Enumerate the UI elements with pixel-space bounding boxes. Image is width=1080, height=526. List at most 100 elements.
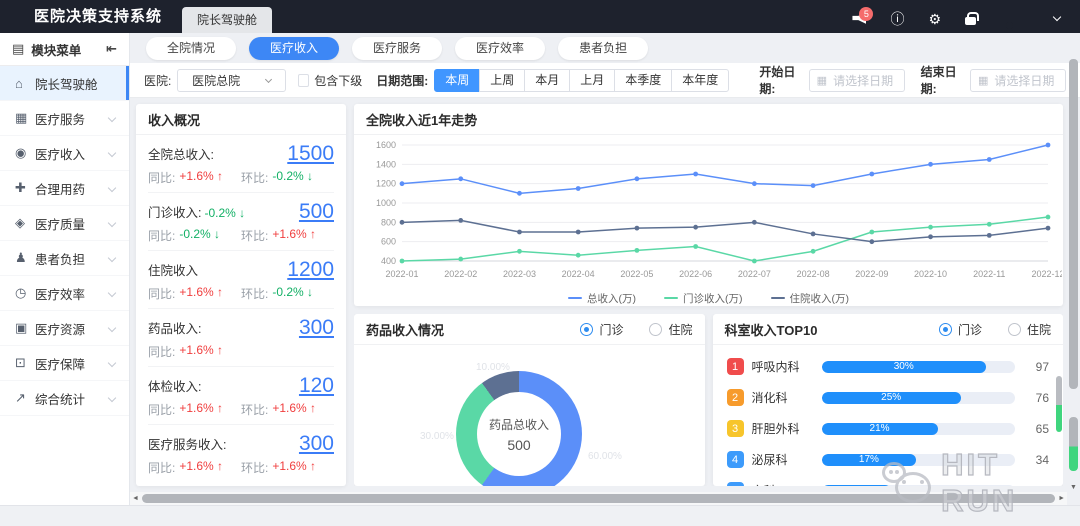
overview-row-top: 全院总收入:1500 — [148, 142, 334, 166]
income-overview-title: 收入概况 — [136, 104, 346, 135]
chart-line-icon: ↗ — [15, 390, 35, 406]
sidebar-item-label: 综合统计 — [35, 389, 109, 408]
tab-患者负担[interactable]: 患者负担 — [558, 37, 648, 60]
delta: 同比:+1.6% ↑ — [148, 169, 241, 186]
inner-scrollbar-thumb[interactable] — [1056, 376, 1062, 432]
legend-item-住院收入(万)[interactable]: 住院收入(万) — [771, 291, 850, 306]
chevron-down-icon[interactable] — [1053, 13, 1061, 21]
delta-label: 同比: — [148, 169, 175, 186]
sidebar-item-medical-efficiency[interactable]: ◷医疗效率 — [0, 276, 129, 311]
tab-医疗收入[interactable]: 医疗收入 — [249, 37, 339, 60]
settings-button[interactable]: ⚙ — [928, 12, 941, 26]
donut-callout-30: 30.00% — [420, 431, 454, 442]
radio-inpatient-label: 住院 — [668, 321, 692, 338]
overview-row-label-wrap: 药品收入: — [148, 318, 201, 338]
money-bag-icon: ◉ — [15, 145, 35, 161]
sidebar-item-rational-medication[interactable]: ✚合理用药 — [0, 171, 129, 206]
radio-inpatient[interactable]: 住院 — [1008, 321, 1051, 338]
sidebar-item-label: 医疗收入 — [35, 144, 109, 163]
overview-row: 门诊收入:-0.2% ↓500同比:-0.2% ↓环比:+1.6% ↑ — [148, 193, 334, 251]
briefcase-icon: ⊡ — [15, 355, 35, 371]
sidebar-item-medical-service[interactable]: ▦医疗服务 — [0, 101, 129, 136]
sidebar-item-medical-insurance[interactable]: ⊡医疗保障 — [0, 346, 129, 381]
top-tabs: 全院情况医疗收入医疗服务医疗效率患者负担 — [130, 33, 1080, 63]
svg-text:2022-12: 2022-12 — [1031, 269, 1062, 279]
svg-text:2022-09: 2022-09 — [855, 269, 888, 279]
legend-item-总收入(万)[interactable]: 总收入(万) — [568, 291, 636, 306]
tab-医疗服务[interactable]: 医疗服务 — [352, 37, 442, 60]
notifications-button[interactable]: 5 — [852, 12, 866, 26]
overview-row-label-wrap: 门诊收入:-0.2% ↓ — [148, 202, 245, 222]
sidebar-item-comprehensive-stats[interactable]: ↗综合统计 — [0, 381, 129, 416]
radio-outpatient[interactable]: 门诊 — [580, 321, 623, 338]
sidebar-header: ▤ 模块菜单 ⇤ — [0, 33, 129, 66]
start-date-label: 开始日期: — [759, 63, 802, 97]
delta-value: +1.6% ↑ — [179, 343, 223, 360]
overview-row-deltas: 同比:+1.6% ↑ — [148, 343, 334, 360]
range-本年度[interactable]: 本年度 — [671, 69, 729, 92]
donut-center: 药品总收入 500 — [477, 392, 561, 476]
range-上月[interactable]: 上月 — [569, 69, 615, 92]
delta-label: 同比: — [148, 401, 175, 418]
info-button[interactable]: ⓘ — [890, 12, 904, 26]
sidebar-item-medical-revenue[interactable]: ◉医疗收入 — [0, 136, 129, 171]
stat-value-link[interactable]: 300 — [299, 316, 334, 340]
overview-row-top: 门诊收入:-0.2% ↓ 500 — [148, 200, 334, 224]
tab-医疗效率[interactable]: 医疗效率 — [455, 37, 545, 60]
tab-全院情况[interactable]: 全院情况 — [146, 37, 236, 60]
radio-inpatient-label: 住院 — [1027, 321, 1051, 338]
module-menu-label: 模块菜单 — [31, 40, 106, 59]
range-本周[interactable]: 本周 — [434, 69, 480, 92]
delta-label: 环比: — [241, 227, 268, 244]
scroll-right-arrow[interactable]: ► — [1058, 495, 1065, 502]
range-本月[interactable]: 本月 — [524, 69, 570, 92]
end-date-input[interactable]: ▦ 请选择日期 — [970, 69, 1066, 92]
stat-value-link[interactable]: 500 — [299, 200, 334, 224]
vertical-scrollbar-thumb-secondary[interactable] — [1069, 417, 1078, 471]
legend-item-门诊收入(万)[interactable]: 门诊收入(万) — [664, 291, 743, 306]
legend-dash — [568, 297, 582, 299]
stat-value-link[interactable]: 120 — [299, 374, 334, 398]
overview-row-deltas: 同比:+1.6% ↑环比:+1.6% ↑ — [148, 401, 334, 418]
clock-icon: ◷ — [15, 285, 35, 301]
end-date-label: 结束日期: — [921, 63, 964, 97]
yearly-trend-card: 全院收入近1年走势 40060080010001200140016002022-… — [354, 104, 1063, 306]
sidebar-item-label: 医疗服务 — [35, 109, 109, 128]
sidebar-item-patient-burden[interactable]: ♟患者负担 — [0, 241, 129, 276]
lock-button[interactable] — [965, 11, 976, 27]
stat-value-link[interactable]: 1200 — [287, 258, 334, 282]
dept-bar-track: 21% — [822, 423, 1016, 435]
hospital-select[interactable]: 医院总院 — [177, 69, 286, 92]
radio-outpatient[interactable]: 门诊 — [939, 321, 982, 338]
vertical-scrollbar-thumb[interactable] — [1069, 59, 1078, 389]
dept-top10-list: 1呼吸内科30%972消化科25%763肝胆外科21%654泌尿科17%345产… — [713, 345, 1064, 486]
sidebar-item-dashboard[interactable]: ⌂院长驾驶舱 — [0, 66, 129, 101]
range-本季度[interactable]: 本季度 — [614, 69, 672, 92]
overview-row-deltas: 同比:+1.6% ↑环比:-0.2% ↓ — [148, 169, 334, 186]
delta: 同比:-0.2% ↓ — [148, 227, 241, 244]
dept-value: 76 — [1023, 391, 1049, 405]
include-subordinate-checkbox[interactable] — [298, 74, 309, 87]
stat-value-link[interactable]: 1500 — [287, 142, 334, 166]
drug-income-card: 药品收入情况 门诊 住院 1 — [354, 314, 705, 486]
radio-outpatient-label: 门诊 — [958, 321, 982, 338]
sidebar-item-medical-quality[interactable]: ◈医疗质量 — [0, 206, 129, 241]
scroll-down-arrow[interactable]: ▼ — [1070, 484, 1077, 491]
rank-badge: 5 — [727, 482, 744, 486]
sidebar-item-medical-resources[interactable]: ▣医疗资源 — [0, 311, 129, 346]
start-date-input[interactable]: ▦ 请选择日期 — [809, 69, 905, 92]
tab-dashboard-window[interactable]: 院长驾驶舱 — [182, 7, 272, 33]
donut-center-value: 500 — [507, 437, 530, 453]
stat-value-link[interactable]: 300 — [299, 432, 334, 456]
svg-text:2022-05: 2022-05 — [620, 269, 653, 279]
bottom-charts-row: 药品收入情况 门诊 住院 1 — [354, 314, 1063, 486]
sidebar-item-label: 医疗质量 — [35, 214, 109, 233]
horizontal-scrollbar-thumb[interactable] — [142, 494, 1055, 503]
radio-inpatient[interactable]: 住院 — [649, 321, 692, 338]
top10-row: 5产科15%28 — [713, 475, 1064, 486]
collapse-sidebar-icon[interactable]: ⇤ — [106, 41, 117, 57]
users-icon: ♟ — [15, 250, 35, 266]
top10-row: 1呼吸内科30%97 — [713, 351, 1064, 382]
scroll-left-arrow[interactable]: ◄ — [132, 495, 139, 502]
range-上周[interactable]: 上周 — [479, 69, 525, 92]
